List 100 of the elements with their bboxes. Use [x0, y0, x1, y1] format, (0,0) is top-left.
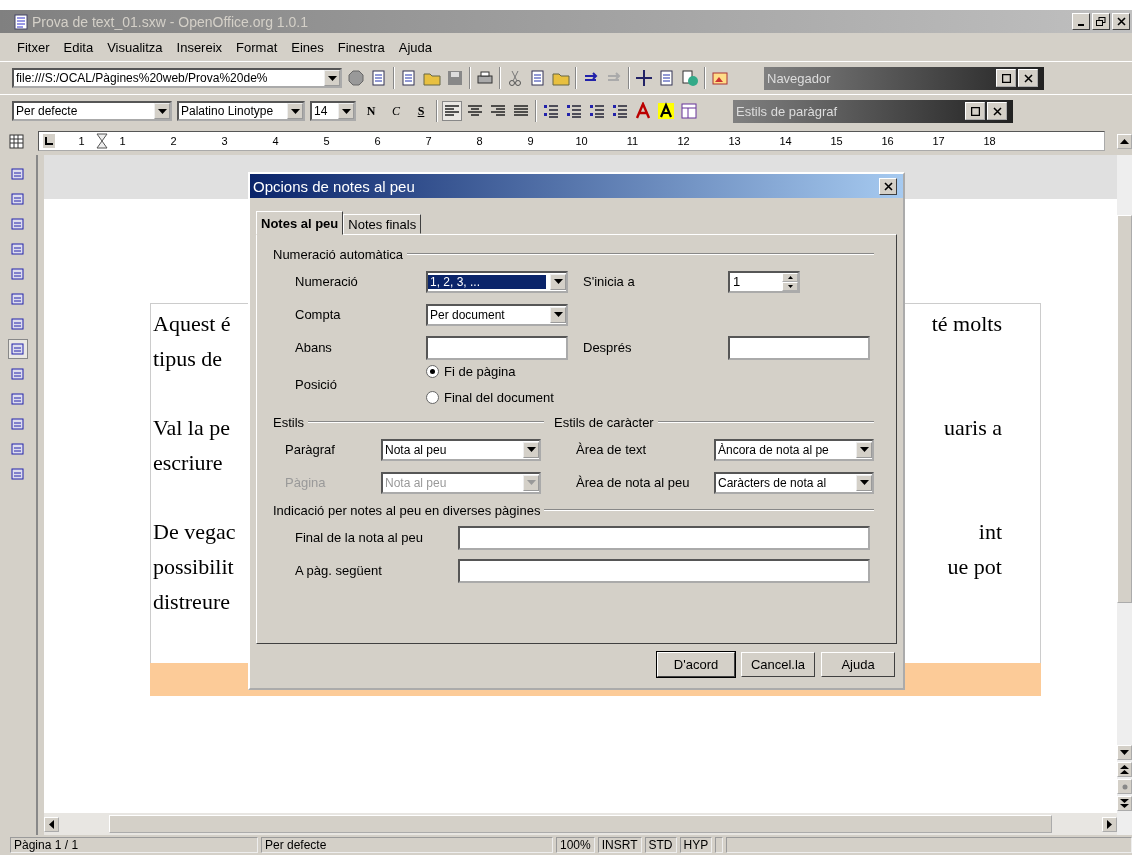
character-style-dropdown[interactable]: Caràcters de nota al [714, 471, 874, 494]
ruler[interactable]: 1 1 2 3 4 5 6 7 8 9 10 11 12 13 14 15 16 17 18 [38, 131, 1105, 151]
decrease-indent-icon[interactable] [588, 102, 606, 120]
font-size-dropdown[interactable]: 14 [310, 101, 356, 121]
close-button[interactable] [879, 177, 897, 195]
field-label: Àrea de text [575, 442, 648, 457]
edit-file-icon[interactable] [370, 69, 388, 87]
menu-item[interactable]: Eines [284, 39, 331, 55]
dialog-button[interactable]: Ajuda [821, 652, 895, 677]
field-label: Compta [295, 307, 342, 322]
font-color-icon[interactable] [634, 102, 652, 120]
insert-mode-indicator: INSRT [597, 837, 642, 853]
table-icon[interactable] [680, 102, 698, 120]
table-insert-icon[interactable] [8, 132, 26, 150]
dialog-button[interactable]: D'acord [657, 652, 735, 677]
numbering-dropdown[interactable]: 1, 2, 3, ... [426, 270, 568, 293]
dropdown-arrow-icon [327, 75, 337, 81]
indent-marker-icon[interactable] [96, 133, 108, 149]
close-button[interactable] [1018, 69, 1038, 87]
document-text: tipus de [153, 345, 223, 372]
panel-title: Estils de paràgraf [736, 103, 839, 119]
increase-indent-icon[interactable] [611, 102, 629, 120]
after-input-field[interactable] [728, 335, 870, 360]
field-label: Abans [295, 340, 333, 355]
printer-icon[interactable] [476, 69, 494, 87]
stop-icon[interactable] [347, 69, 365, 87]
maximize-button[interactable] [965, 102, 985, 120]
paragraph-style-dropdown[interactable]: Per defecte [12, 101, 172, 121]
dialog-button[interactable]: Cancel.la [741, 652, 815, 677]
copy-icon[interactable] [529, 69, 547, 87]
dropdown-arrow-icon [341, 108, 351, 114]
menu-item[interactable]: Finestra [330, 39, 392, 55]
ruler-number: 6 [373, 135, 382, 147]
scroll-left-button[interactable] [44, 816, 59, 832]
next-page-button[interactable] [1117, 796, 1132, 811]
document-icon [14, 13, 28, 30]
bullet-list-icon[interactable] [565, 102, 583, 120]
document-text: int [978, 518, 1002, 545]
dropdown-arrow-icon [290, 108, 300, 114]
document-text: De vegac [153, 518, 236, 545]
radio-button[interactable] [426, 391, 439, 404]
maximize-button[interactable] [996, 69, 1016, 87]
close-button[interactable] [987, 102, 1007, 120]
restore-button[interactable] [1092, 13, 1110, 30]
style-dropdown[interactable]: Nota al peu [381, 438, 541, 461]
radio-button[interactable] [426, 365, 439, 378]
numbered-list-icon[interactable] [542, 102, 560, 120]
minimize-button[interactable] [1072, 13, 1090, 30]
url-field[interactable]: file:///S:/OCAL/Pàgines%20web/Prova%20de% [12, 68, 342, 88]
menu-item[interactable]: Visualitza [100, 39, 170, 55]
text-input-field[interactable] [458, 558, 870, 583]
gallery-icon[interactable] [711, 69, 729, 87]
zoom-indicator: 100% [556, 837, 595, 853]
radio-option[interactable]: Final del document [426, 390, 554, 405]
field-label: Final de la nota al peu [295, 530, 424, 545]
restore-icon [1096, 17, 1106, 26]
left-arrow-icon [49, 819, 54, 829]
close-button[interactable] [1112, 13, 1130, 30]
scroll-thumb[interactable] [1117, 215, 1132, 603]
text-input-field[interactable] [458, 525, 870, 550]
close-icon [883, 181, 893, 191]
scroll-thumb[interactable] [109, 815, 1052, 833]
close-icon [1023, 73, 1033, 83]
font-dropdown[interactable]: Palatino Linotype [177, 101, 305, 121]
page-style-indicator: Per defecte [261, 837, 553, 853]
align-left-icon[interactable] [443, 102, 461, 120]
menu-item[interactable]: Edita [56, 39, 101, 55]
field-label: Pàgina [285, 475, 327, 490]
new-document-icon[interactable] [400, 69, 418, 87]
highlight-icon[interactable] [657, 102, 675, 120]
character-style-dropdown[interactable]: Àncora de nota al pe [714, 438, 874, 461]
tab-stop-button[interactable] [43, 134, 55, 148]
count-dropdown[interactable]: Per document [426, 303, 568, 326]
italic-button[interactable]: C [386, 103, 406, 119]
menu-item[interactable]: Insereix [169, 39, 230, 55]
maximize-icon [1001, 73, 1011, 83]
scroll-right-button[interactable] [1102, 816, 1117, 832]
tab[interactable]: Notes al peu [256, 211, 344, 235]
scroll-up-button[interactable] [1117, 133, 1132, 149]
ruler-number: 17 [932, 135, 945, 147]
ruler-number: 16 [881, 135, 894, 147]
dialog-title: Opcions de notes al peu [253, 177, 415, 195]
menu-item[interactable]: Fitxer [10, 39, 57, 55]
field-label: Després [582, 340, 633, 355]
up-arrow-icon [787, 275, 793, 279]
tab[interactable]: Notes finals [343, 214, 422, 234]
menu-item[interactable]: Format [229, 39, 285, 55]
radio-option[interactable]: Fi de pàgina [426, 364, 554, 379]
bold-button[interactable]: N [361, 103, 381, 119]
before-input-field[interactable] [426, 335, 568, 360]
scissors-icon[interactable] [506, 69, 524, 87]
scroll-down-button[interactable] [1117, 745, 1132, 760]
menu-item[interactable]: Ajuda [391, 39, 439, 55]
ruler-number: 18 [983, 135, 996, 147]
close-icon [1116, 17, 1126, 26]
start-number-spinbox[interactable]: 1 [728, 270, 800, 293]
previous-page-button[interactable] [1117, 762, 1132, 777]
underline-button[interactable]: S [411, 103, 431, 119]
document-text: Aquest é [153, 310, 231, 337]
document-text: té molts [931, 310, 1002, 337]
